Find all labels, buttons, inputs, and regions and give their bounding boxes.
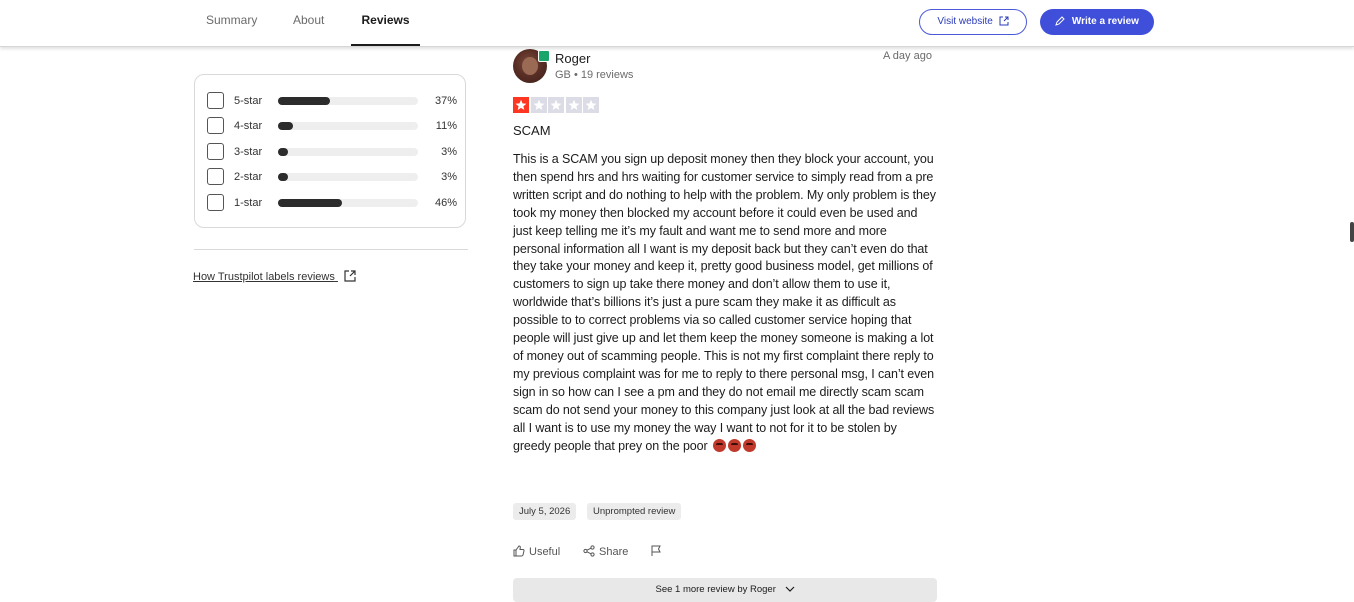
avatar-face [522, 57, 538, 75]
filter-row-2-star[interactable]: 2-star 3% [207, 168, 457, 188]
filter-checkbox[interactable] [207, 143, 224, 160]
filter-label: 1-star [234, 197, 263, 209]
filter-label: 4-star [234, 120, 263, 132]
visit-website-label: Visit website [937, 16, 993, 27]
star-icon [565, 97, 582, 113]
how-link-label: How Trustpilot labels reviews [193, 271, 335, 283]
angry-face-icon [727, 438, 741, 452]
filter-row-4-star[interactable]: 4-star 11% [207, 117, 457, 137]
star-icon [530, 97, 547, 113]
filter-bar-track [278, 122, 418, 130]
filter-percent: 3% [441, 146, 457, 158]
filter-bar-fill [278, 97, 330, 105]
angry-face-icon [712, 438, 726, 452]
filter-checkbox[interactable] [207, 168, 224, 185]
top-nav: Summary About Reviews Visit website Writ… [0, 0, 1354, 47]
see-more-label: See 1 more review by Roger [655, 584, 776, 595]
tab-reviews[interactable]: Reviews [351, 0, 420, 46]
filter-bar-fill [278, 122, 294, 130]
star-icon [583, 97, 599, 113]
filter-row-1-star[interactable]: 1-star 46% [207, 194, 457, 214]
filter-label: 2-star [234, 171, 263, 183]
share-button[interactable]: Share [583, 545, 628, 559]
reviewer-name[interactable]: Roger [555, 51, 590, 66]
star-icon [513, 97, 529, 113]
review-posted-date: A day ago [883, 50, 932, 62]
external-link-icon [999, 16, 1009, 26]
unprompted-review-badge[interactable]: Unprompted review [587, 503, 682, 520]
how-trustpilot-labels-link[interactable]: How Trustpilot labels reviews [193, 270, 356, 283]
useful-label: Useful [529, 546, 561, 558]
angry-face-icon [742, 438, 756, 452]
filter-bar-track [278, 199, 418, 207]
reviewer-meta: GB • 19 reviews [555, 69, 634, 81]
tab-summary[interactable]: Summary [206, 0, 257, 46]
filter-row-3-star[interactable]: 3-star 3% [207, 143, 457, 163]
filter-label: 5-star [234, 95, 263, 107]
filter-checkbox[interactable] [207, 92, 224, 109]
star-icon [548, 97, 564, 113]
chevron-down-icon [785, 586, 794, 592]
filter-checkbox[interactable] [207, 117, 224, 134]
filter-checkbox[interactable] [207, 194, 224, 211]
share-icon [583, 545, 595, 557]
flag-icon [651, 545, 661, 556]
filter-label: 3-star [234, 146, 263, 158]
useful-button[interactable]: Useful [513, 545, 560, 559]
share-label: Share [599, 546, 629, 558]
see-more-reviews-button[interactable]: See 1 more review by Roger [513, 578, 937, 602]
external-link-icon [344, 270, 356, 282]
filter-row-5-star[interactable]: 5-star 37% [207, 92, 457, 112]
write-review-button[interactable]: Write a review [1040, 9, 1154, 35]
scrollbar-thumb[interactable] [1350, 222, 1354, 242]
visit-website-button[interactable]: Visit website [919, 9, 1027, 35]
verified-check-icon [538, 50, 550, 62]
filter-percent: 11% [435, 120, 457, 132]
review-title[interactable]: SCAM [513, 123, 551, 138]
rating-filter-box: 5-star 37% 4-star 11% 3-star 3% 2-star 3… [194, 74, 466, 228]
filter-bar-fill [278, 148, 288, 156]
filter-percent: 46% [434, 197, 457, 209]
filter-bar-track [278, 148, 418, 156]
filter-percent: 37% [434, 95, 457, 107]
filter-bar-fill [278, 199, 343, 207]
report-flag-button[interactable] [650, 545, 666, 559]
sidebar-divider [194, 249, 468, 250]
write-review-label: Write a review [1071, 16, 1139, 27]
pencil-icon [1055, 16, 1065, 26]
experience-date-chip: July 5, 2026 [513, 503, 577, 520]
tab-about[interactable]: About [293, 0, 324, 46]
filter-bar-track [278, 173, 418, 181]
review-body: This is a SCAM you sign up deposit money… [513, 151, 937, 455]
filter-percent: 3% [441, 171, 457, 183]
review-text: This is a SCAM you sign up deposit money… [513, 152, 936, 453]
filter-bar-track [278, 97, 418, 105]
thumbs-up-icon [513, 545, 525, 557]
filter-bar-fill [278, 173, 288, 181]
